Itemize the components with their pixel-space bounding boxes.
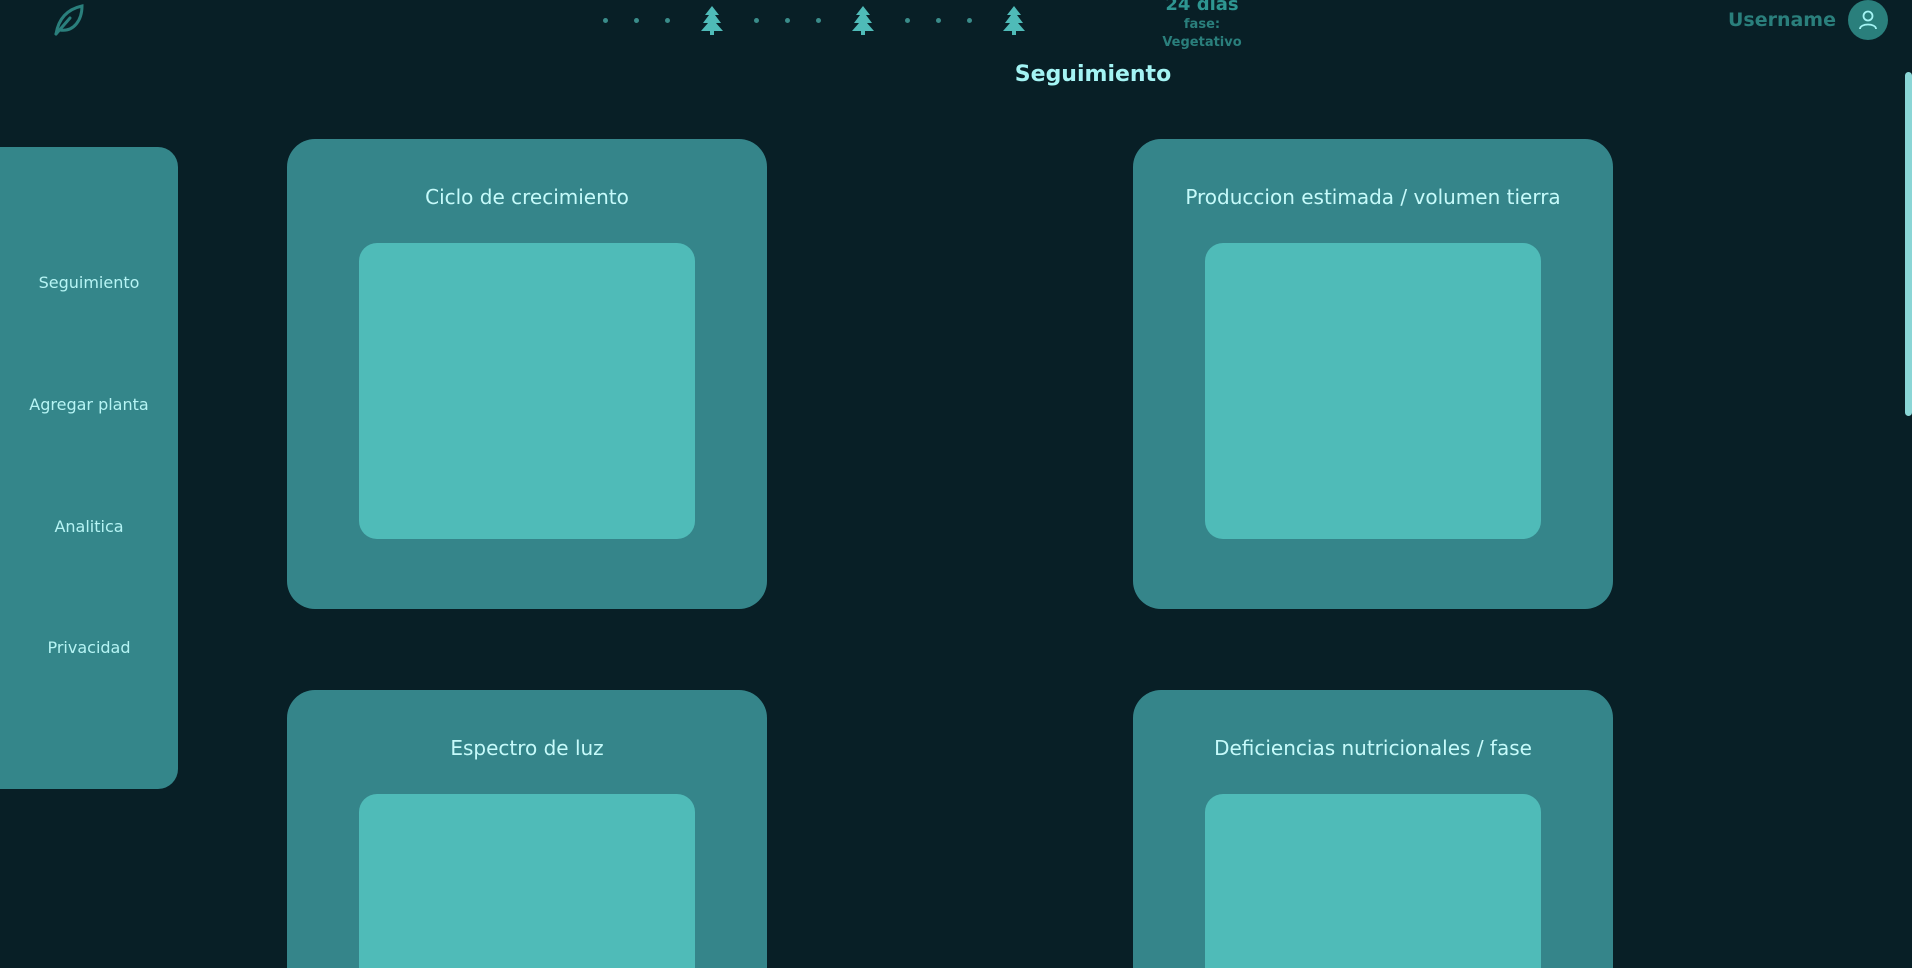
card-estimated-production: Produccion estimada / volumen tierra bbox=[1133, 139, 1613, 609]
pine-tree-icon bbox=[852, 6, 874, 35]
days-value: 24 dias bbox=[1165, 0, 1239, 15]
progress-dot bbox=[785, 17, 790, 23]
progress-dot bbox=[634, 17, 639, 23]
card-title: Deficiencias nutricionales / fase bbox=[1214, 736, 1532, 760]
sidebar-item-seguimiento[interactable]: Seguimiento bbox=[0, 273, 178, 292]
user-icon bbox=[1859, 10, 1877, 30]
growth-progress-timeline bbox=[590, 4, 1043, 36]
card-chart-area bbox=[1205, 243, 1541, 539]
card-title: Produccion estimada / volumen tierra bbox=[1185, 185, 1561, 209]
card-title: Espectro de luz bbox=[450, 736, 604, 760]
card-growth-cycle: Ciclo de crecimiento bbox=[287, 139, 767, 609]
scrollbar-thumb[interactable] bbox=[1905, 72, 1912, 416]
card-chart-area bbox=[359, 794, 695, 968]
sidebar: Seguimiento Agregar planta Analitica Pri… bbox=[0, 147, 178, 789]
card-chart-area bbox=[1205, 794, 1541, 968]
page-title: Seguimiento bbox=[1014, 62, 1172, 87]
card-light-spectrum: Espectro de luz bbox=[287, 690, 767, 968]
progress-dot bbox=[816, 17, 821, 23]
progress-dot bbox=[967, 17, 972, 23]
progress-dot bbox=[936, 17, 941, 23]
sidebar-item-agregar-planta[interactable]: Agregar planta bbox=[0, 395, 178, 414]
pine-tree-icon bbox=[701, 6, 723, 35]
progress-dot bbox=[603, 17, 608, 23]
phase-label: fase: Vegetativo bbox=[1162, 17, 1242, 50]
days-counter: 24 dias fase: Vegetativo bbox=[1146, 0, 1258, 52]
card-chart-area bbox=[359, 243, 695, 539]
user-avatar-button[interactable] bbox=[1848, 0, 1888, 40]
sidebar-item-analitica[interactable]: Analitica bbox=[0, 517, 178, 536]
app-root: 24 dias fase: Vegetativo Username Seguim… bbox=[0, 0, 1912, 968]
card-title: Ciclo de crecimiento bbox=[425, 185, 629, 209]
progress-dot bbox=[905, 17, 910, 23]
progress-dot bbox=[754, 17, 759, 23]
pine-tree-icon bbox=[1003, 6, 1025, 35]
leaf-icon[interactable] bbox=[50, 2, 86, 38]
sidebar-item-privacidad[interactable]: Privacidad bbox=[0, 638, 178, 657]
card-nutritional-deficiencies: Deficiencias nutricionales / fase bbox=[1133, 690, 1613, 968]
progress-dot bbox=[665, 17, 670, 23]
username-label[interactable]: Username bbox=[1728, 6, 1836, 34]
